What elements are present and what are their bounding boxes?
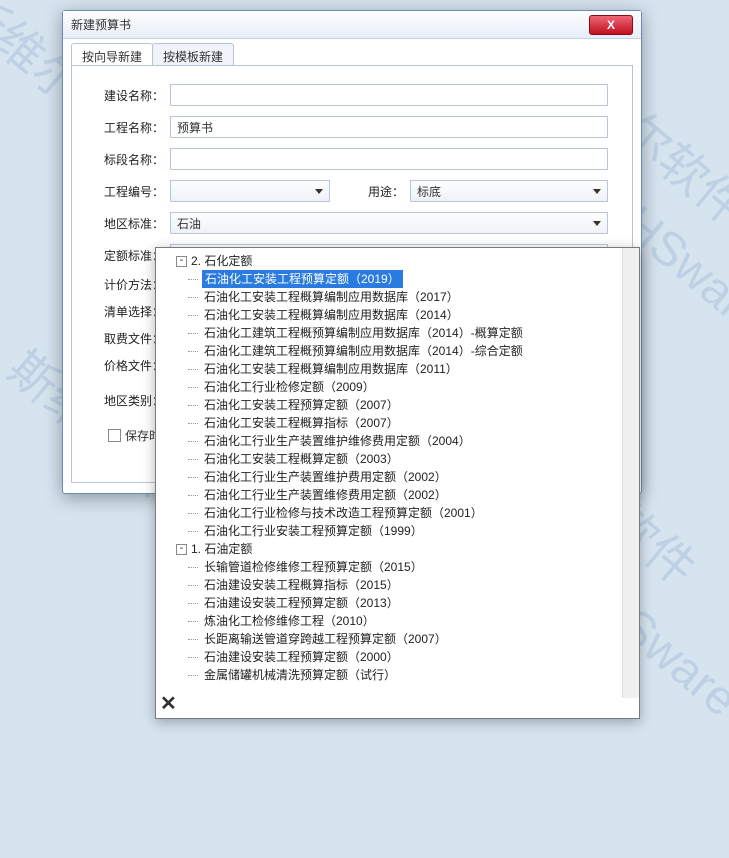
tree-item[interactable]: 石油化工行业生产装置维修费用定额（2002） xyxy=(202,486,633,504)
tree-item[interactable]: 炼油化工检修维修工程（2010） xyxy=(202,612,633,630)
input-section-name[interactable] xyxy=(170,148,608,170)
input-construction-name[interactable] xyxy=(170,84,608,106)
tree-item[interactable]: 金属储罐机械清洗预算定额（试行） xyxy=(202,666,633,684)
tree-group-label[interactable]: 1. 石油定额 xyxy=(191,540,252,558)
titlebar[interactable]: 新建预算书 X xyxy=(63,11,641,39)
label-project-name: 工程名称： xyxy=(96,119,164,136)
chevron-down-icon xyxy=(315,189,323,194)
tree-item[interactable]: 石油化工行业检修定额（2009） xyxy=(202,378,633,396)
tree-item[interactable]: 长距离输送管道穿跨越工程预算定额（2007） xyxy=(202,630,633,648)
tree-item[interactable]: 石油建设安装工程预算定额（2013） xyxy=(202,594,633,612)
expander-icon[interactable]: - xyxy=(176,544,187,555)
tree-item[interactable]: 石油化工安装工程概算指标（2007） xyxy=(202,414,633,432)
window-title: 新建预算书 xyxy=(71,16,131,33)
expander-icon[interactable]: - xyxy=(176,256,187,267)
combo-project-no[interactable] xyxy=(170,180,330,202)
tree-group: - 1. 石油定额 长输管道检修维修工程预算定额（2015）石油建设安装工程概算… xyxy=(162,540,633,684)
combo-region-standard[interactable]: 石油 xyxy=(170,212,608,234)
tree-group: - 2. 石化定额 石油化工安装工程预算定额（2019）石油化工安装工程概算编制… xyxy=(162,252,633,540)
tree-item[interactable]: 石油建设安装工程预算定额（2000） xyxy=(202,648,633,666)
label-fee-file: 取费文件： xyxy=(96,330,164,347)
checkbox-save-on-use[interactable] xyxy=(108,429,121,442)
tree-item[interactable]: 石油建设安装工程概算指标（2015） xyxy=(202,576,633,594)
tree-item[interactable]: 石油化工安装工程概算编制应用数据库（2017） xyxy=(202,288,633,306)
tree-item[interactable]: 石油化工安装工程概算编制应用数据库（2014） xyxy=(202,306,633,324)
label-section-name: 标段名称： xyxy=(96,151,164,168)
chevron-down-icon xyxy=(593,189,601,194)
tree-item[interactable]: 长输管道检修维修工程预算定额（2015） xyxy=(202,558,633,576)
tree-item[interactable]: 石油化工行业检修与技术改造工程预算定额（2001） xyxy=(202,504,633,522)
quota-tree: - 2. 石化定额 石油化工安装工程预算定额（2019）石油化工安装工程概算编制… xyxy=(156,248,639,694)
tree-item[interactable]: 石油化工安装工程预算定额（2019） xyxy=(202,270,403,288)
tree-item[interactable]: 石油化工安装工程预算定额（2007） xyxy=(202,396,633,414)
label-project-no: 工程编号： xyxy=(96,183,164,200)
label-region-standard: 地区标准： xyxy=(96,215,164,232)
tab-template[interactable]: 按模板新建 xyxy=(152,43,234,65)
label-region-type: 地区类别： xyxy=(96,392,164,409)
tree-item[interactable]: 石油化工行业安装工程预算定额（1999） xyxy=(202,522,633,540)
label-usage: 用途： xyxy=(360,183,404,200)
chevron-down-icon xyxy=(593,221,601,226)
combo-usage[interactable]: 标底 xyxy=(410,180,608,202)
tree-item[interactable]: 石油化工建筑工程概预算编制应用数据库（2014）-综合定额 xyxy=(202,342,633,360)
tree-group-label[interactable]: 2. 石化定额 xyxy=(191,252,252,270)
tabbar: 按向导新建 按模板新建 xyxy=(63,39,641,65)
label-price-file: 价格文件： xyxy=(96,357,164,374)
close-icon: X xyxy=(607,18,615,32)
label-construction-name: 建设名称： xyxy=(96,87,164,104)
label-list-select: 清单选择： xyxy=(96,303,164,320)
label-quota-standard: 定额标准： xyxy=(96,247,164,264)
close-icon[interactable]: ✕ xyxy=(160,691,177,716)
label-pricing-method: 计价方法： xyxy=(96,276,164,293)
tree-item[interactable]: 石油化工行业生产装置维护费用定额（2002） xyxy=(202,468,633,486)
tree-item[interactable]: 石油化工建筑工程概预算编制应用数据库（2014）-概算定额 xyxy=(202,324,633,342)
tab-wizard[interactable]: 按向导新建 xyxy=(71,43,153,65)
scrollbar[interactable] xyxy=(622,248,639,698)
close-button[interactable]: X xyxy=(589,15,633,35)
tree-item[interactable]: 石油化工安装工程概算编制应用数据库（2011） xyxy=(202,360,633,378)
tree-item[interactable]: 石油化工行业生产装置维护维修费用定额（2004） xyxy=(202,432,633,450)
tree-item[interactable]: 石油化工安装工程概算定额（2003） xyxy=(202,450,633,468)
input-project-name[interactable]: 预算书 xyxy=(170,116,608,138)
quota-standard-dropdown[interactable]: - 2. 石化定额 石油化工安装工程预算定额（2019）石油化工安装工程概算编制… xyxy=(155,247,640,719)
